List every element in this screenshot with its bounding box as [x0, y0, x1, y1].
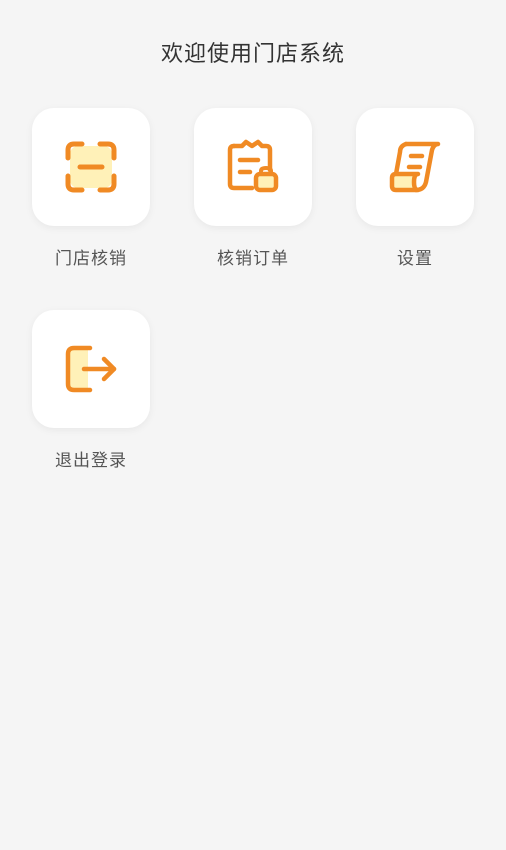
menu-item-label: 核销订单	[217, 249, 289, 269]
menu-item-logout[interactable]: 退出登录	[32, 310, 150, 471]
menu-item-label: 设置	[397, 249, 433, 269]
verify-orders-button[interactable]	[194, 108, 312, 226]
logout-icon	[65, 345, 117, 393]
menu-item-store-verify[interactable]: 门店核销	[32, 108, 150, 269]
home-page: 欢迎使用门店系统 门店核销 核销订单 设置 退出登录	[0, 0, 506, 850]
page-title: 欢迎使用门店系统	[160, 42, 345, 67]
menu-item-label: 门店核销	[55, 249, 127, 269]
logout-button[interactable]	[32, 310, 150, 428]
settings-button[interactable]	[356, 108, 474, 226]
settings-scroll-icon	[389, 141, 441, 193]
scan-verify-icon	[65, 141, 117, 193]
store-verify-button[interactable]	[32, 108, 150, 226]
menu-item-settings[interactable]: 设置	[356, 108, 474, 269]
menu-item-verify-orders[interactable]: 核销订单	[194, 108, 312, 269]
order-clipboard-icon	[227, 139, 279, 193]
menu-item-label: 退出登录	[55, 451, 127, 471]
